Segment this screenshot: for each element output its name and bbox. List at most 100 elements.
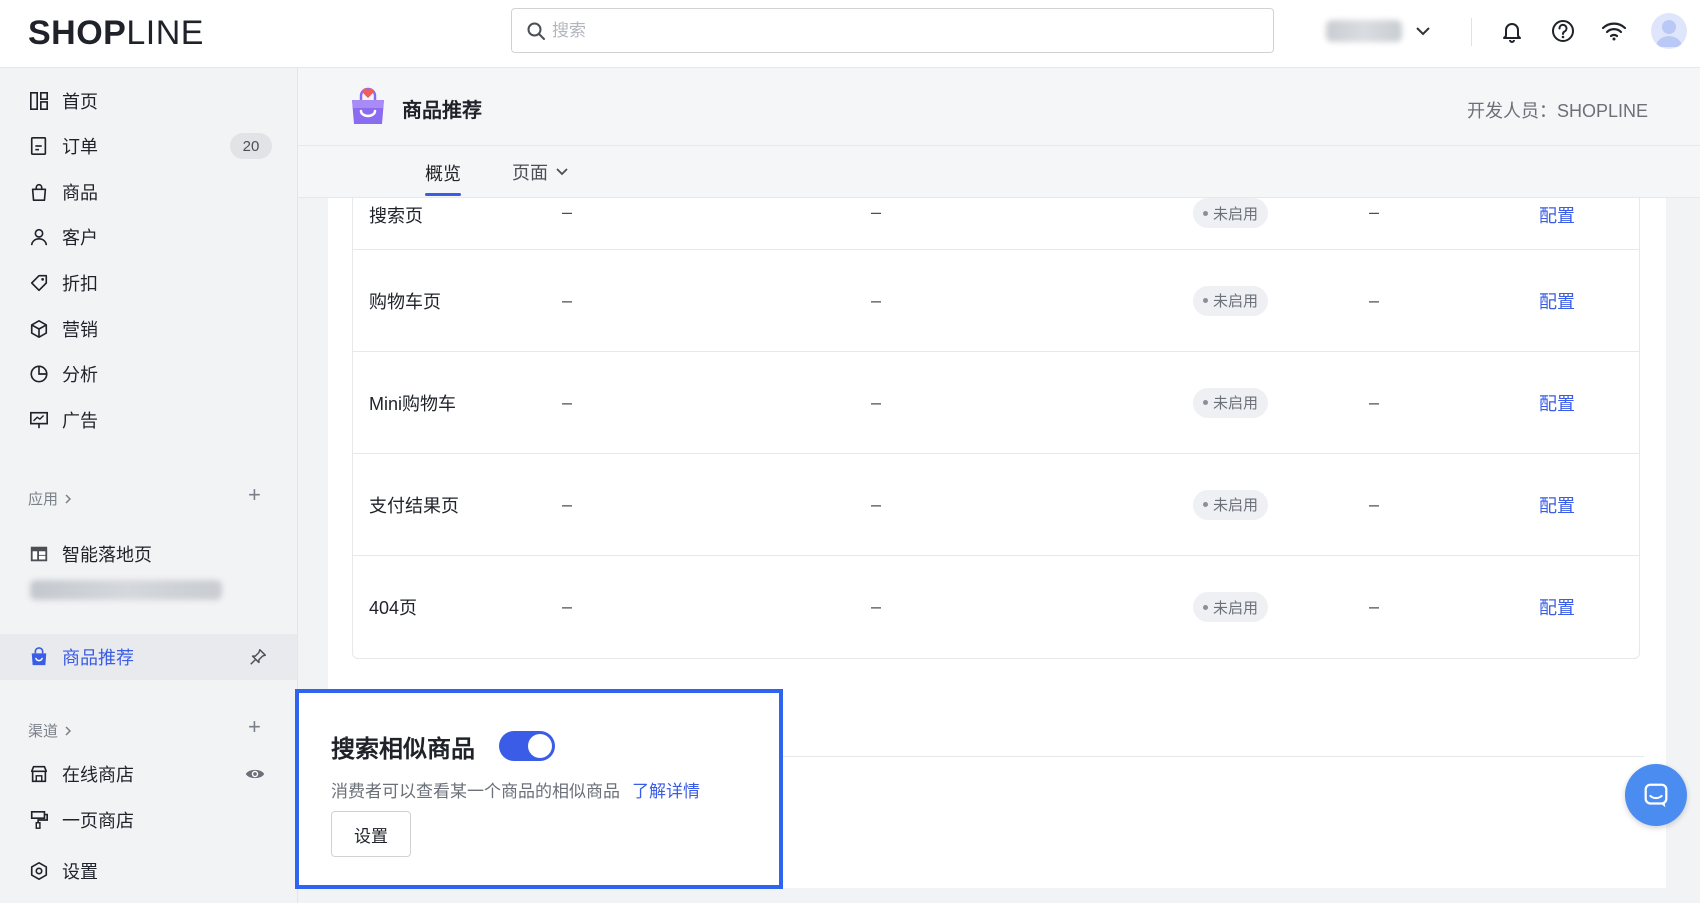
- search-input[interactable]: [552, 17, 1252, 45]
- sidebar-item-label: 智能落地页: [62, 545, 152, 565]
- sidebar-item-customers[interactable]: 客户: [0, 216, 297, 258]
- configure-link[interactable]: 配置: [1539, 390, 1575, 416]
- sidebar-item-product-recommend[interactable]: 商品推荐: [0, 634, 297, 680]
- table-cell: –: [562, 290, 573, 310]
- app-tabs: 概览 页面: [298, 146, 1700, 198]
- blurred-app-item[interactable]: [30, 580, 222, 600]
- settings-icon: [28, 860, 50, 882]
- table-cell: –: [562, 392, 573, 412]
- add-app-button[interactable]: +: [248, 482, 261, 508]
- sidebar-item-label: 分析: [62, 365, 98, 385]
- page-name: Mini购物车: [369, 393, 457, 414]
- page-name: 搜索页: [369, 206, 423, 226]
- add-channel-button[interactable]: +: [248, 714, 261, 740]
- shop-name-blurred[interactable]: [1326, 20, 1402, 42]
- sidebar-item-analytics[interactable]: 分析: [0, 353, 297, 395]
- sidebar-item-label: 商品: [62, 183, 98, 203]
- feature-settings-button[interactable]: 设置: [331, 811, 411, 857]
- similar-products-feature: 搜索相似商品 消费者可以查看某一个商品的相似商品 了解详情 设置: [295, 689, 783, 889]
- configure-link[interactable]: 配置: [1539, 288, 1575, 314]
- tab-pages-dropdown[interactable]: 页面: [512, 146, 578, 198]
- status-dot: [1203, 604, 1208, 610]
- sidebar-item-landing-page[interactable]: 智能落地页: [0, 533, 297, 575]
- order-icon: [28, 135, 50, 157]
- table-cell: –: [562, 596, 573, 617]
- table-row: 支付结果页 – – 未启用 – 配置: [353, 454, 1639, 556]
- sidebar-item-label: 折扣: [62, 274, 98, 294]
- global-search[interactable]: [511, 8, 1274, 53]
- configure-link[interactable]: 配置: [1539, 492, 1575, 518]
- sidebar-item-products[interactable]: 商品: [0, 171, 297, 213]
- status-text: 未启用: [1213, 599, 1259, 617]
- sidebar-item-one-page-store[interactable]: 一页商店: [0, 799, 297, 841]
- table-cell: –: [871, 392, 882, 412]
- shopline-logo[interactable]: SHOPLINE: [28, 14, 204, 53]
- product-recommend-logo-icon: [352, 87, 384, 124]
- bag-icon: [28, 181, 50, 203]
- brush-icon: [28, 809, 50, 831]
- sidebar-item-online-store[interactable]: 在线商店: [0, 753, 297, 795]
- sidebar-item-label: 首页: [62, 92, 98, 112]
- table-cell: –: [562, 494, 573, 514]
- sidebar-item-orders[interactable]: 订单 20: [0, 125, 297, 167]
- chevron-down-icon[interactable]: [1414, 22, 1432, 40]
- table-row: 购物车页 – – 未启用 – 配置: [353, 250, 1639, 352]
- apps-section-header[interactable]: 应用: [28, 488, 74, 509]
- configure-link[interactable]: 配置: [1539, 594, 1575, 620]
- top-bar: SHOPLINE: [0, 0, 1700, 68]
- chevron-right-icon: [65, 493, 72, 504]
- sidebar-item-label: 在线商店: [62, 765, 134, 785]
- table-cell: –: [1369, 202, 1380, 222]
- feature-title: 搜索相似商品: [331, 736, 475, 763]
- table-cell: –: [871, 202, 882, 222]
- help-icon[interactable]: [1549, 17, 1577, 45]
- wifi-icon[interactable]: [1600, 17, 1628, 45]
- sidebar-item-label: 营销: [62, 320, 98, 340]
- user-icon: [28, 226, 50, 248]
- status-badge: 未启用: [1193, 387, 1269, 418]
- table-cell: –: [871, 494, 882, 514]
- sidebar-item-ads[interactable]: 广告: [0, 399, 297, 441]
- sidebar-item-label: 客户: [62, 228, 98, 248]
- status-dot: [1203, 210, 1208, 216]
- sidebar-item-discounts[interactable]: 折扣: [0, 262, 297, 304]
- table-cell: –: [562, 202, 573, 222]
- configure-link[interactable]: 配置: [1539, 202, 1575, 228]
- sidebar-item-label: 商品推荐: [62, 648, 134, 668]
- avatar[interactable]: [1651, 13, 1687, 49]
- eye-icon[interactable]: [244, 763, 266, 785]
- header-divider: [1471, 18, 1472, 46]
- channels-section-header[interactable]: 渠道: [28, 720, 74, 741]
- chevron-right-icon: [65, 725, 72, 736]
- tag-icon: [28, 272, 50, 294]
- status-badge: 未启用: [1193, 285, 1269, 316]
- pin-icon[interactable]: [248, 647, 268, 667]
- status-dot: [1203, 502, 1208, 507]
- learn-more-link[interactable]: 了解详情: [632, 777, 700, 802]
- status-text: 未启用: [1213, 395, 1259, 412]
- sidebar-item-home[interactable]: 首页: [0, 80, 297, 122]
- page-name: 支付结果页: [369, 495, 459, 516]
- chat-support-button[interactable]: [1625, 764, 1687, 826]
- table-cell: –: [1369, 392, 1380, 412]
- store-icon: [28, 763, 50, 785]
- bag-smile-icon: [28, 646, 50, 668]
- layout-icon: [28, 543, 50, 565]
- developer-label: 开发人员：SHOPLINE: [1466, 101, 1648, 121]
- page-name: 404页: [369, 598, 418, 618]
- app-title: 商品推荐: [402, 100, 482, 122]
- pie-icon: [28, 363, 50, 385]
- chevron-down-icon: [556, 168, 568, 176]
- feature-toggle[interactable]: [499, 731, 555, 761]
- bell-icon[interactable]: [1498, 17, 1526, 45]
- table-row: 404页 – – 未启用 – 配置: [353, 556, 1639, 658]
- page-name: 购物车页: [369, 291, 441, 312]
- tab-overview[interactable]: 概览: [425, 160, 461, 196]
- sidebar-item-settings[interactable]: 设置: [0, 850, 297, 892]
- feature-description: 消费者可以查看某一个商品的相似商品: [331, 782, 620, 801]
- status-text: 未启用: [1213, 497, 1259, 514]
- status-dot: [1203, 400, 1208, 405]
- sidebar-item-label: 设置: [62, 862, 98, 882]
- orders-count-badge: 20: [230, 133, 272, 159]
- sidebar-item-marketing[interactable]: 营销: [0, 308, 297, 350]
